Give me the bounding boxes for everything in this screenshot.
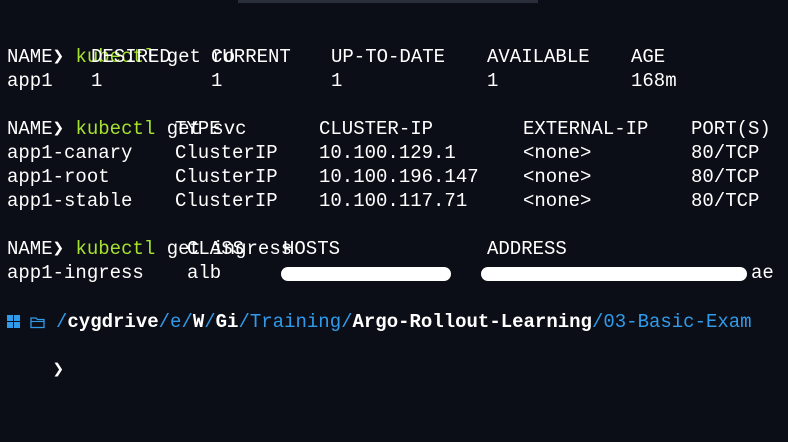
prompt-arrow-icon: ❯	[52, 118, 65, 140]
command-line: ❯ kubectl get svc	[7, 93, 247, 140]
command-name: kubectl	[75, 118, 156, 140]
column-header: CLASS	[187, 238, 245, 260]
table-row: app1-stable ClusterIP 10.100.117.71 <non…	[7, 189, 759, 213]
path-segment: Gi	[215, 311, 239, 333]
table-cell: 10.100.117.71	[319, 190, 468, 212]
column-header: AVAILABLE	[487, 46, 590, 68]
prompt-arrow-icon: ❯	[52, 46, 65, 68]
path-separator: /	[204, 311, 216, 333]
column-header: TYPE	[175, 118, 221, 140]
redacted-address	[481, 267, 747, 281]
table-cell: 80/TCP	[691, 190, 760, 212]
table-cell: 10.100.129.1	[319, 142, 456, 164]
path-segment: cygdrive	[67, 311, 159, 333]
table-header: NAME CLASS HOSTS ADDRESS	[7, 237, 567, 261]
terminal-window[interactable]: ❯ kubectl get ro NAME DESIRED CURRENT UP…	[0, 0, 788, 442]
table-cell: 168m	[631, 70, 677, 92]
table-row: app1 1 1 1 1 168m	[7, 69, 677, 93]
path-separator: /	[591, 311, 604, 333]
table-cell: app1	[7, 70, 53, 92]
column-header: DESIRED	[91, 46, 171, 68]
prompt-arrow-icon: ❯	[52, 238, 65, 260]
path-segment: 03-Basic-Exam	[603, 311, 752, 333]
table-cell: 80/TCP	[691, 142, 760, 164]
scroll-indicator	[238, 0, 538, 3]
table-cell: <none>	[523, 142, 592, 164]
column-header: NAME	[7, 118, 53, 140]
path-separator: /	[238, 311, 250, 333]
table-cell: 1	[211, 70, 223, 92]
folder-icon	[30, 317, 45, 329]
column-header: PORT(S)	[691, 118, 771, 140]
prompt-arrow-icon: ❯	[52, 359, 65, 381]
redacted-hosts	[281, 267, 451, 281]
path-separator: /	[158, 311, 171, 333]
table-cell: app1-stable	[7, 190, 133, 212]
table-cell: 1	[487, 70, 499, 92]
table-cell: alb	[187, 262, 222, 284]
path-separator: /	[341, 311, 353, 333]
table-cell: <none>	[523, 190, 592, 212]
table-row: app1-ingress alb ae	[7, 261, 788, 285]
table-header: NAME TYPE CLUSTER-IP EXTERNAL-IP PORT(S)	[7, 117, 771, 141]
windows-icon	[7, 315, 20, 328]
path-segment: Argo-Rollout-Learning	[352, 311, 592, 333]
table-header: NAME DESIRED CURRENT UP-TO-DATE AVAILABL…	[7, 45, 665, 69]
table-cell: ClusterIP	[175, 190, 278, 212]
table-cell: <none>	[523, 166, 592, 188]
column-header: EXTERNAL-IP	[523, 118, 649, 140]
table-cell: app1-ingress	[7, 262, 144, 284]
column-header: CURRENT	[211, 46, 291, 68]
column-header: HOSTS	[283, 238, 341, 260]
column-header: NAME	[7, 238, 53, 260]
table-cell: 10.100.196.147	[319, 166, 479, 188]
table-cell: 1	[331, 70, 343, 92]
command-name: kubectl	[75, 238, 156, 260]
command-line: ❯ kubectl get ro	[7, 21, 236, 68]
path-prompt: /cygdrive/e/W/Gi/Training/Argo-Rollout-L…	[7, 310, 788, 334]
path-segment: e	[170, 311, 182, 333]
command-line: ❯ kubectl get ingress	[7, 213, 293, 260]
column-header: UP-TO-DATE	[331, 46, 446, 68]
table-cell: app1-canary	[7, 142, 133, 164]
table-cell: app1-root	[7, 166, 110, 188]
column-header: NAME	[7, 46, 53, 68]
table-row: app1-canary ClusterIP 10.100.129.1 <none…	[7, 141, 759, 165]
path-separator: /	[181, 311, 193, 333]
table-row: app1-root ClusterIP 10.100.196.147 <none…	[7, 165, 759, 189]
current-path: /cygdrive/e/W/Gi/Training/Argo-Rollout-L…	[56, 310, 752, 334]
path-segment: Training	[249, 311, 342, 333]
column-header: CLUSTER-IP	[319, 118, 434, 140]
table-cell: 1	[91, 70, 103, 92]
path-segment: W	[192, 311, 205, 333]
table-cell: ClusterIP	[175, 166, 278, 188]
column-header: ADDRESS	[487, 238, 567, 260]
input-line[interactable]: ❯	[7, 334, 64, 381]
table-cell: 80/TCP	[691, 166, 760, 188]
table-cell: ae	[751, 262, 774, 284]
path-separator: /	[56, 311, 68, 333]
column-header: AGE	[631, 46, 666, 68]
table-cell: ClusterIP	[175, 142, 278, 164]
